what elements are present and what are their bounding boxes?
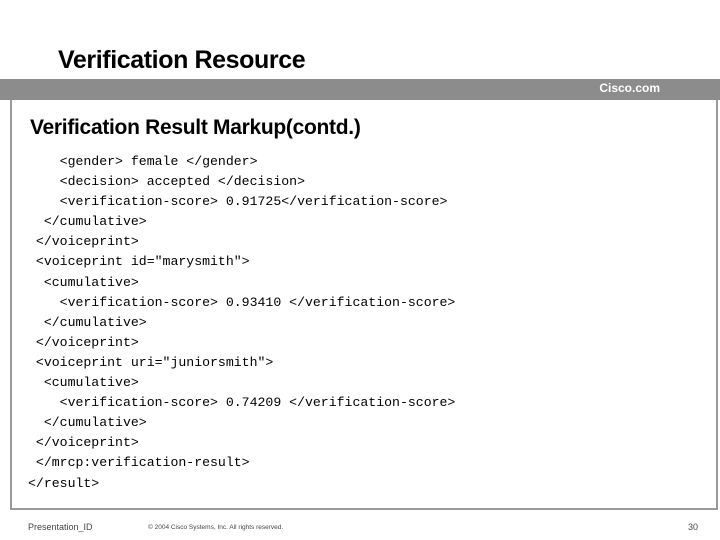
code-line: </cumulative> <box>28 415 147 431</box>
slide-subtitle: Verification Result Markup(contd.) <box>30 116 361 139</box>
code-line: <cumulative> <box>28 375 139 391</box>
code-line: <voiceprint id="marysmith"> <box>28 254 250 270</box>
footer-presentation-id: Presentation_ID <box>28 522 93 532</box>
header-bar: Cisco.com <box>0 79 720 100</box>
brand-label: Cisco.com <box>599 81 660 95</box>
code-line: </voiceprint> <box>28 435 139 451</box>
code-line: <verification-score> 0.91725</verificati… <box>28 194 448 210</box>
code-line: <cumulative> <box>28 274 139 290</box>
code-line: <verification-score> 0.93410 </verificat… <box>28 294 456 310</box>
code-line: <decision> accepted </decision> <box>28 174 305 190</box>
code-line: </voiceprint> <box>28 334 139 350</box>
code-line: </cumulative> <box>28 314 147 330</box>
code-line: </mrcp:verification-result> <box>28 455 250 471</box>
code-line: <verification-score> 0.74209 </verificat… <box>28 395 456 411</box>
slide-title: Verification Resource <box>58 46 306 74</box>
code-block: <gender> female </gender> <decision> acc… <box>28 152 455 494</box>
code-line: </cumulative> <box>28 214 147 230</box>
code-line: <gender> female </gender> <box>28 154 258 169</box>
code-line: <voiceprint uri="juniorsmith"> <box>28 354 274 370</box>
footer-copyright: © 2004 Cisco Systems, Inc. All rights re… <box>148 524 284 531</box>
page-number: 30 <box>687 522 698 532</box>
code-line: </result> <box>28 475 100 491</box>
code-line: </voiceprint> <box>28 234 139 250</box>
